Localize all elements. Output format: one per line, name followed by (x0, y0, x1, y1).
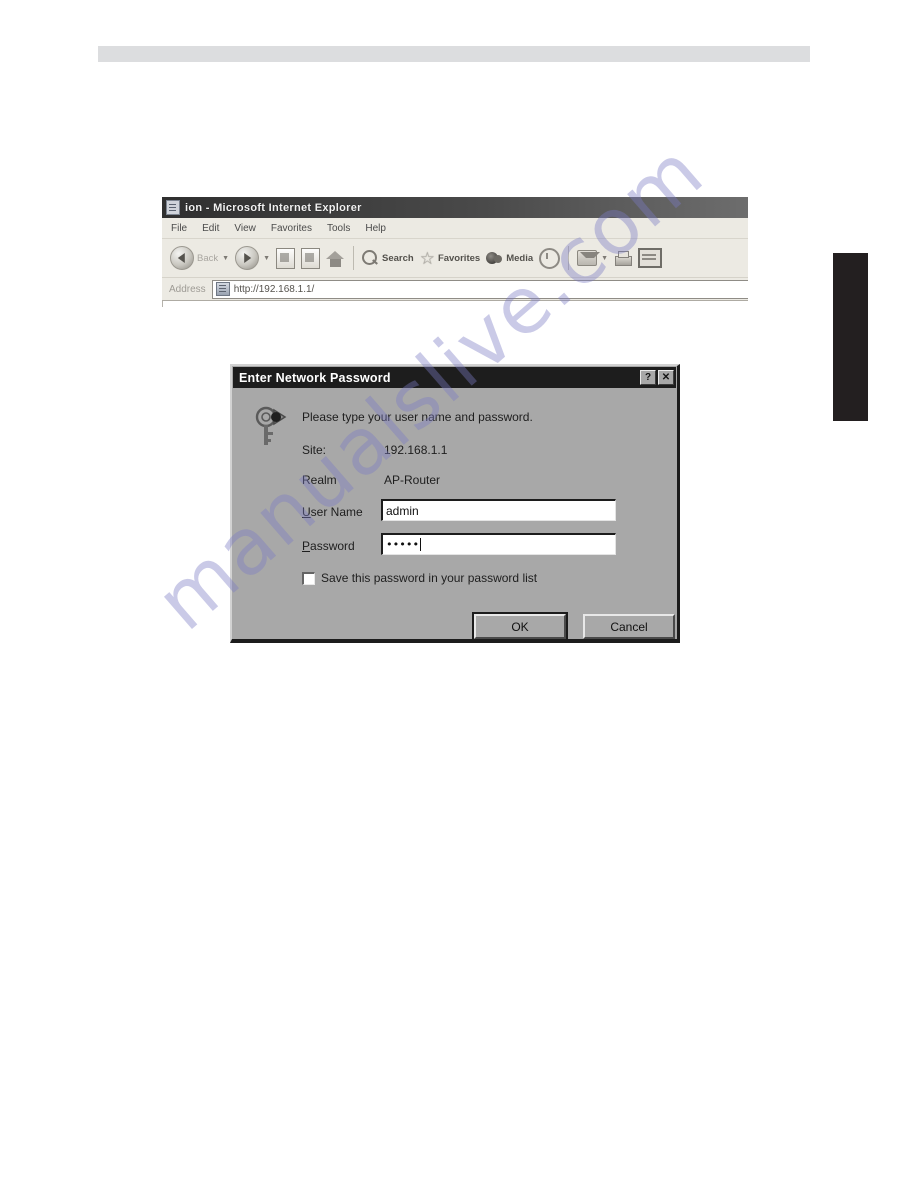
menu-item-file[interactable]: File (171, 223, 187, 234)
username-label: User Name (302, 505, 363, 519)
toolbar-forward-button[interactable]: ▼ (232, 241, 273, 275)
page-icon (215, 282, 230, 296)
browser-address-bar: Address http://192.168.1.1/ (162, 278, 748, 301)
browser-menu-bar: File Edit View Favorites Tools Help (162, 218, 748, 239)
address-input[interactable]: http://192.168.1.1/ (211, 279, 748, 299)
media-icon (486, 251, 503, 266)
menu-item-edit[interactable]: Edit (202, 223, 219, 234)
toolbar-print-button[interactable] (611, 241, 635, 275)
toolbar-stop-button[interactable] (273, 241, 298, 275)
menu-item-view[interactable]: View (234, 223, 256, 234)
back-arrow-icon (170, 246, 194, 270)
dialog-title: Enter Network Password (239, 370, 391, 385)
browser-title-bar: ion - Microsoft Internet Explorer (162, 197, 748, 218)
browser-content-area (162, 301, 748, 307)
mail-icon (577, 250, 601, 266)
password-label-rest: assword (310, 539, 355, 553)
toolbar-media-button[interactable]: Media (483, 241, 536, 275)
save-password-label: Save this password in your password list (321, 571, 537, 585)
toolbar-home-button[interactable] (323, 241, 348, 275)
address-value: http://192.168.1.1/ (233, 283, 315, 295)
print-icon (614, 250, 633, 266)
help-button[interactable]: ? (640, 370, 656, 385)
enter-network-password-dialog: Enter Network Password ? ✕ Please type y… (230, 364, 680, 643)
page-header-strip (98, 46, 810, 62)
text-caret (420, 538, 422, 551)
star-icon: ☆ (419, 248, 435, 268)
close-icon[interactable]: ✕ (658, 370, 674, 385)
password-label: Password (302, 539, 355, 553)
home-icon (326, 249, 345, 267)
menu-item-favorites[interactable]: Favorites (271, 223, 312, 234)
forward-arrow-icon (235, 246, 260, 270)
password-accel: P (302, 539, 311, 553)
cancel-button[interactable]: Cancel (583, 614, 675, 639)
toolbar-favorites-button[interactable]: ☆ Favorites (417, 241, 484, 275)
toolbar-refresh-button[interactable] (298, 241, 323, 275)
browser-title: ion - Microsoft Internet Explorer (185, 201, 362, 214)
realm-value: AP-Router (384, 473, 441, 487)
chevron-down-icon[interactable]: ▼ (222, 255, 229, 262)
site-value: 192.168.1.1 (384, 443, 448, 457)
edit-icon (638, 248, 663, 268)
save-password-checkbox[interactable] (302, 571, 315, 585)
address-label: Address (169, 283, 206, 295)
password-input[interactable]: ••••• (381, 533, 616, 555)
toolbar-back-button[interactable]: Back ▼ (167, 241, 232, 275)
save-password-row[interactable]: Save this password in your password list (302, 571, 537, 585)
username-accel: U (302, 505, 311, 519)
ok-button[interactable]: OK (472, 612, 568, 641)
username-label-rest: ser Name (310, 505, 363, 519)
history-icon (539, 247, 561, 269)
chevron-down-icon[interactable]: ▼ (601, 255, 608, 262)
menu-item-tools[interactable]: Tools (327, 223, 350, 234)
site-label: Site: (302, 443, 327, 457)
refresh-icon (301, 247, 320, 269)
browser-window: ion - Microsoft Internet Explorer File E… (162, 197, 748, 307)
key-icon (255, 406, 287, 445)
section-tab-marker (833, 253, 868, 421)
chevron-down-icon[interactable]: ▼ (263, 255, 270, 262)
browser-toolbar: Back ▼ ▼ Search ☆ Favorites Media ▼ (162, 239, 748, 278)
search-icon (362, 249, 379, 267)
toolbar-search-button[interactable]: Search (359, 241, 417, 275)
dialog-body: Please type your user name and password.… (232, 388, 677, 641)
toolbar-edit-button[interactable] (635, 241, 665, 275)
stop-icon (276, 247, 295, 269)
password-value: ••••• (386, 538, 420, 551)
save-password-accel: S (321, 571, 330, 585)
dialog-prompt: Please type your user name and password. (302, 410, 533, 424)
username-value: admin (386, 503, 419, 518)
toolbar-search-label: Search (382, 252, 414, 264)
save-password-label-rest: ave this password in your password list (329, 571, 538, 585)
toolbar-history-button[interactable] (536, 241, 563, 275)
toolbar-separator (353, 246, 354, 270)
realm-label: Realm (302, 473, 337, 487)
internet-explorer-icon (166, 200, 180, 215)
menu-item-help[interactable]: Help (365, 223, 386, 234)
toolbar-media-label: Media (506, 252, 534, 264)
toolbar-separator (568, 246, 570, 270)
dialog-title-bar: Enter Network Password ? ✕ (233, 367, 676, 388)
toolbar-back-label: Back (197, 252, 219, 264)
toolbar-favorites-label: Favorites (437, 252, 481, 264)
username-input[interactable]: admin (381, 499, 616, 521)
toolbar-mail-button[interactable]: ▼ (574, 241, 611, 275)
